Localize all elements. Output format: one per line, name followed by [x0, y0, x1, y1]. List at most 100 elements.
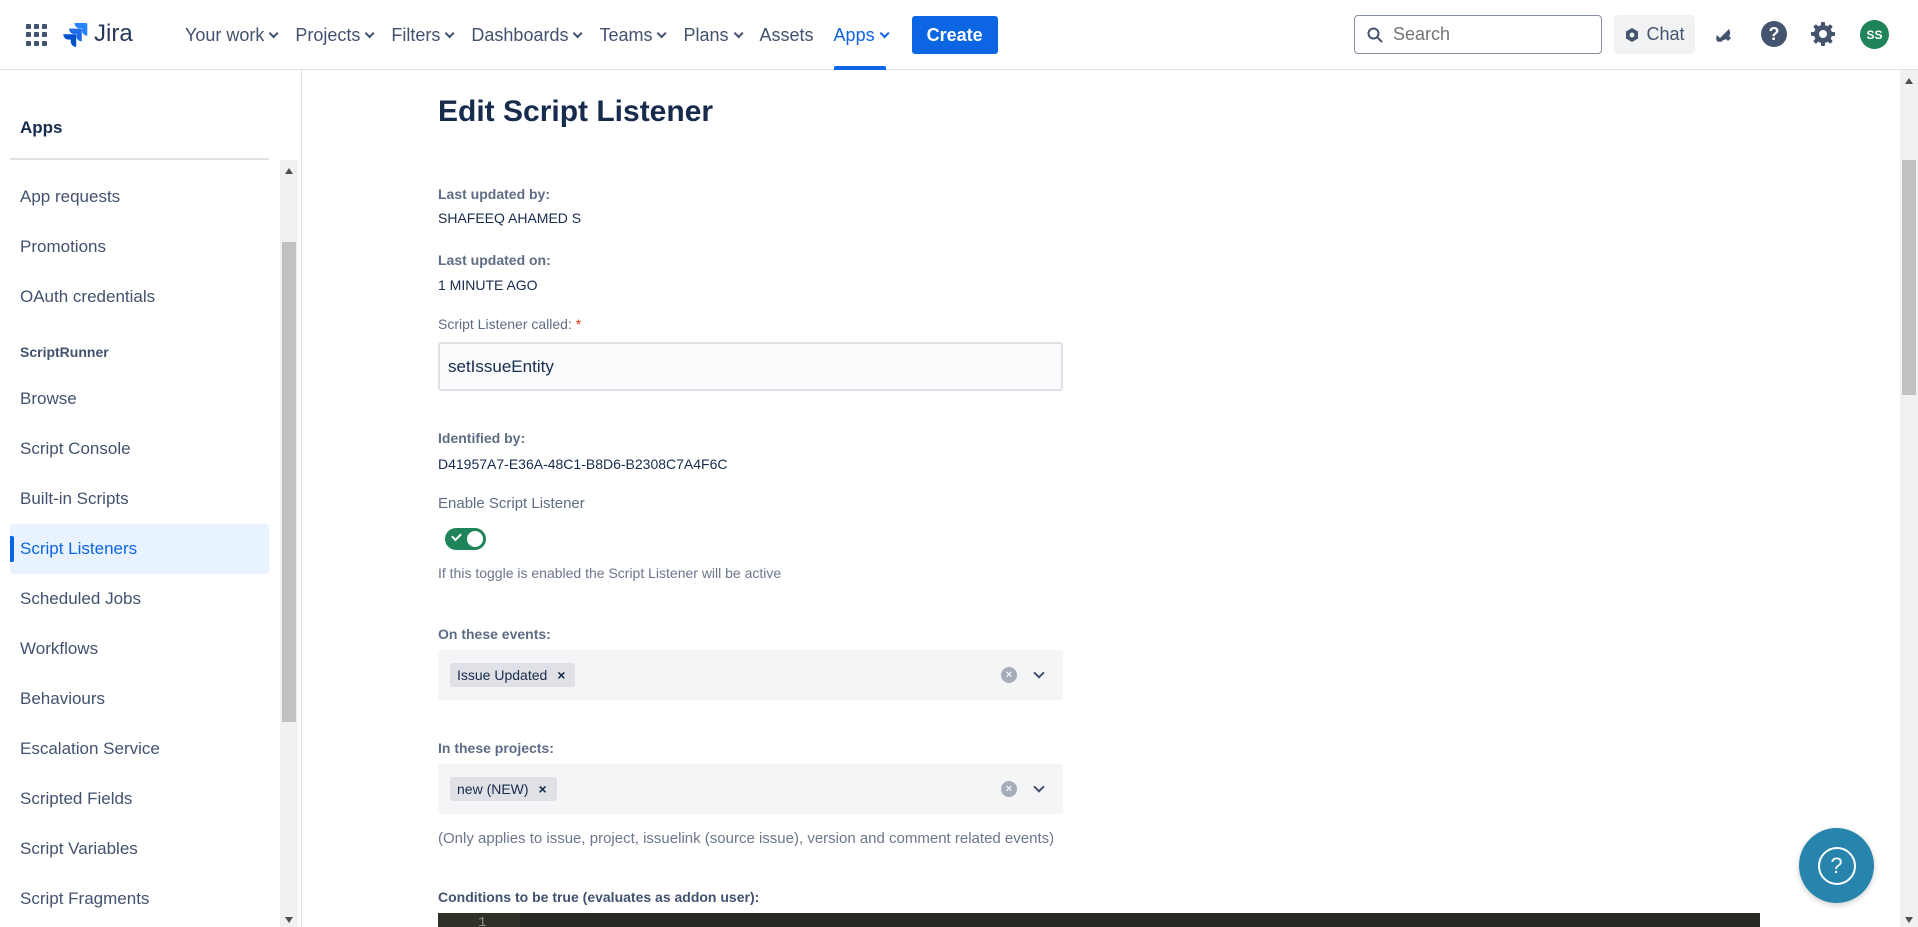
chip-label: Issue Updated — [457, 667, 548, 683]
chevron-down-icon — [879, 27, 890, 38]
nav-label: Your work — [185, 24, 265, 45]
remove-chip-icon[interactable]: × — [554, 667, 568, 683]
nav-assets[interactable]: Assets — [750, 0, 824, 70]
sidebar-divider — [10, 158, 269, 160]
sidebar-item-script-variables[interactable]: Script Variables — [10, 824, 269, 874]
top-navigation-bar: Jira Your work Projects Filters Dashboar… — [0, 0, 1918, 70]
projects-label: In these projects: — [438, 740, 554, 756]
selected-project-chip: new (NEW) × — [450, 777, 557, 801]
events-label: On these events: — [438, 626, 551, 642]
page-title: Edit Script Listener — [438, 95, 714, 128]
sidebar-item-browse[interactable]: Browse — [10, 374, 269, 424]
avatar[interactable]: SS — [1860, 20, 1889, 49]
chat-label: Chat — [1646, 24, 1685, 44]
sidebar-list: App requests Promotions OAuth credential… — [10, 172, 269, 924]
notifications-icon[interactable] — [1710, 20, 1738, 48]
create-button[interactable]: Create — [911, 16, 998, 54]
enable-listener-toggle[interactable] — [445, 528, 486, 550]
scrollbar-thumb[interactable] — [1902, 160, 1916, 395]
nav-projects[interactable]: Projects — [285, 0, 381, 70]
enable-listener-label: Enable Script Listener — [438, 495, 585, 512]
sidebar-item-promotions[interactable]: Promotions — [10, 222, 269, 272]
chat-button[interactable]: Chat — [1614, 15, 1695, 54]
editor-gutter: 1 — [438, 913, 520, 927]
help-icon[interactable]: ? — [1760, 20, 1788, 48]
chevron-down-icon — [733, 27, 744, 38]
chevron-down-icon[interactable] — [1033, 781, 1045, 793]
scroll-up-icon[interactable] — [1905, 78, 1913, 84]
check-icon — [451, 530, 462, 542]
sidebar: Apps App requests Promotions OAuth crede… — [0, 70, 302, 927]
chevron-down-icon — [573, 27, 584, 38]
nav-label: Assets — [759, 24, 814, 45]
nav-label: Projects — [295, 24, 361, 45]
sidebar-item-scripted-fields[interactable]: Scripted Fields — [10, 774, 269, 824]
sidebar-item-escalation-service[interactable]: Escalation Service — [10, 724, 269, 774]
sidebar-item-script-console[interactable]: Script Console — [10, 424, 269, 474]
last-updated-on-value: 1 MINUTE AGO — [438, 277, 538, 293]
listener-name-label-text: Script Listener called: — [438, 316, 572, 332]
sidebar-item-scheduled-jobs[interactable]: Scheduled Jobs — [10, 574, 269, 624]
main-nav: Your work Projects Filters Dashboards Te… — [175, 0, 998, 70]
chevron-down-icon — [657, 27, 668, 38]
listener-name-label: Script Listener called: * — [438, 316, 581, 332]
chevron-down-icon — [445, 27, 455, 38]
search-box[interactable] — [1354, 15, 1602, 54]
jira-logo-icon — [63, 23, 88, 47]
identified-by-value: D41957A7-E36A-48C1-B8D6-B2308C7A4F6C — [438, 456, 728, 472]
conditions-code-editor[interactable]: 1 — [438, 913, 1760, 927]
nav-filters[interactable]: Filters — [381, 0, 461, 70]
scrollbar-thumb[interactable] — [282, 242, 296, 722]
settings-gear-icon[interactable] — [1809, 20, 1837, 48]
last-updated-by-value: SHAFEEQ AHAMED S — [438, 210, 582, 226]
chip-label: new (NEW) — [457, 781, 529, 797]
nav-teams[interactable]: Teams — [589, 0, 673, 70]
main-content: Edit Script Listener Last updated by: SH… — [303, 70, 1900, 927]
search-input[interactable] — [1393, 24, 1583, 45]
clear-icon[interactable]: × — [1001, 667, 1017, 683]
sidebar-scrollbar[interactable] — [280, 160, 298, 927]
help-center-button[interactable]: ? — [1799, 828, 1874, 903]
remove-chip-icon[interactable]: × — [536, 781, 550, 797]
sidebar-item-oauth-credentials[interactable]: OAuth credentials — [10, 272, 269, 322]
listener-name-input[interactable] — [438, 342, 1063, 391]
enable-listener-hint: If this toggle is enabled the Script Lis… — [438, 565, 782, 581]
last-updated-on-label: Last updated on: — [438, 252, 551, 268]
projects-select[interactable]: new (NEW) × × — [438, 764, 1063, 814]
clear-icon[interactable]: × — [1001, 781, 1017, 797]
nav-dashboards[interactable]: Dashboards — [461, 0, 589, 70]
nav-apps[interactable]: Apps — [824, 0, 896, 70]
sidebar-item-script-fragments[interactable]: Script Fragments — [10, 874, 269, 924]
toggle-knob — [467, 531, 483, 547]
chevron-down-icon — [269, 27, 279, 38]
conditions-label: Conditions to be true (evaluates as addo… — [438, 889, 760, 905]
chevron-down-icon — [365, 27, 375, 38]
nav-label: Apps — [833, 24, 875, 45]
sidebar-heading: Apps — [20, 118, 63, 137]
scroll-up-icon[interactable] — [285, 168, 293, 174]
nav-your-work[interactable]: Your work — [175, 0, 285, 70]
last-updated-by-label: Last updated by: — [438, 186, 551, 202]
scroll-down-icon[interactable] — [285, 917, 293, 923]
jira-logo-text: Jira — [94, 20, 133, 47]
nav-label: Filters — [391, 24, 441, 45]
required-marker: * — [575, 316, 582, 332]
events-select[interactable]: Issue Updated × × — [438, 650, 1063, 700]
sidebar-item-behaviours[interactable]: Behaviours — [10, 674, 269, 724]
sidebar-item-workflows[interactable]: Workflows — [10, 624, 269, 674]
nav-label: Dashboards — [471, 24, 569, 45]
nav-label: Plans — [683, 24, 729, 45]
sidebar-item-script-listeners[interactable]: Script Listeners — [10, 524, 269, 574]
projects-hint: (Only applies to issue, project, issueli… — [438, 830, 1055, 847]
nav-plans[interactable]: Plans — [673, 0, 749, 70]
sidebar-item-app-requests[interactable]: App requests — [10, 172, 269, 222]
chat-icon — [1626, 27, 1639, 42]
app-switcher-icon[interactable] — [26, 24, 48, 46]
chevron-down-icon[interactable] — [1033, 667, 1045, 679]
scroll-down-icon[interactable] — [1905, 917, 1913, 923]
sidebar-item-built-in-scripts[interactable]: Built-in Scripts — [10, 474, 269, 524]
main-scrollbar[interactable] — [1900, 70, 1918, 927]
nav-label: Teams — [599, 24, 653, 45]
selected-event-chip: Issue Updated × — [450, 663, 576, 687]
jira-logo[interactable]: Jira — [62, 20, 133, 48]
